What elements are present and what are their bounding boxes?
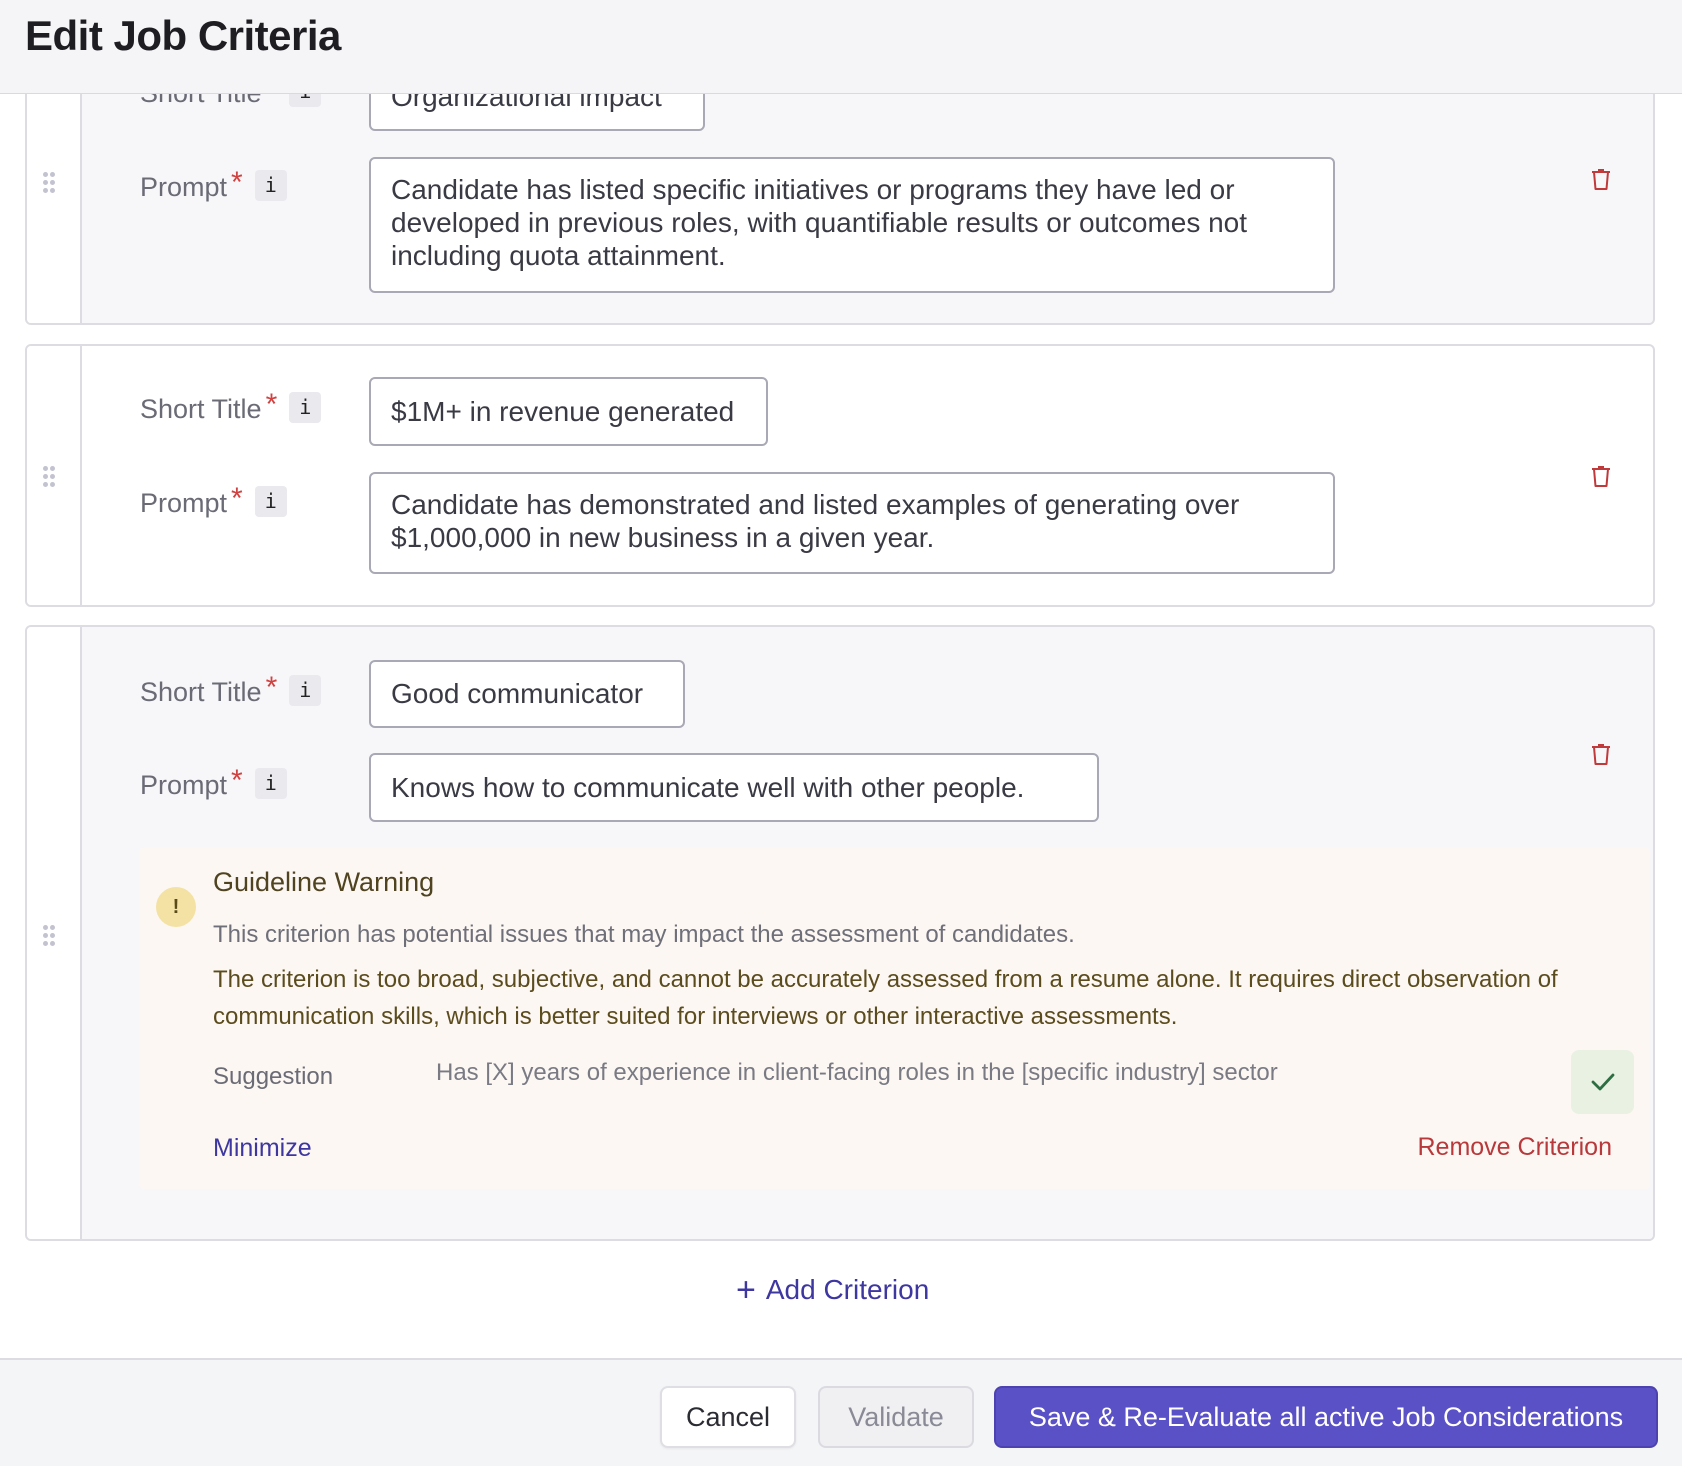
info-icon[interactable]: i: [289, 392, 322, 423]
warning-icon: !: [156, 887, 196, 927]
required-mark: *: [231, 166, 243, 199]
info-icon[interactable]: i: [254, 170, 287, 201]
checkmark-icon: [1591, 1073, 1614, 1091]
suggestion-label: Suggestion: [213, 1063, 334, 1090]
guideline-warning: ! Guideline Warning This criterion has p…: [139, 847, 1650, 1189]
minimize-link[interactable]: Minimize: [213, 1134, 312, 1163]
drag-handle-icon[interactable]: [43, 925, 55, 946]
info-icon[interactable]: i: [254, 486, 287, 517]
short-title-label: Short Title * i: [140, 388, 322, 425]
warning-detail: The criterion is too broad, subjective, …: [213, 966, 1558, 1030]
drag-handle-icon[interactable]: [43, 172, 55, 193]
prompt-textarea[interactable]: Candidate has listed specific initiative…: [369, 157, 1335, 293]
trash-icon[interactable]: [1590, 167, 1612, 191]
page-title: Edit Job Criteria: [25, 12, 341, 59]
save-reevaluate-button[interactable]: Save & Re-Evaluate all active Job Consid…: [994, 1386, 1658, 1448]
remove-criterion-link[interactable]: Remove Criterion: [1417, 1133, 1612, 1162]
criteria-list[interactable]: Short Title * i Organizational impact Pr…: [0, 94, 1682, 1359]
add-criterion-button[interactable]: + Add Criterion: [736, 1271, 930, 1309]
required-mark: *: [265, 671, 278, 704]
prompt-label: Prompt * i: [140, 764, 287, 801]
info-icon[interactable]: i: [289, 675, 322, 706]
plus-icon: +: [736, 1271, 756, 1309]
required-mark: *: [265, 388, 278, 421]
validate-button[interactable]: Validate: [818, 1386, 974, 1448]
criterion-card: Short Title * i Organizational impact Pr…: [25, 94, 1655, 325]
dialog-footer: Cancel Validate Save & Re-Evaluate all a…: [0, 1358, 1682, 1466]
criterion-card: Short Title * i $1M+ in revenue generate…: [25, 344, 1655, 607]
cancel-button[interactable]: Cancel: [660, 1386, 796, 1448]
prompt-label: Prompt * i: [140, 166, 287, 203]
trash-icon[interactable]: [1590, 464, 1612, 488]
criterion-card: Short Title * i Good communicator Prompt…: [25, 625, 1655, 1241]
prompt-textarea[interactable]: Knows how to communicate well with other…: [369, 753, 1099, 822]
short-title-input[interactable]: $1M+ in revenue generated: [369, 377, 768, 446]
required-mark: *: [231, 482, 243, 515]
short-title-label: Short Title * i: [140, 671, 322, 708]
suggestion-text: Has [X] years of experience in client-fa…: [436, 1059, 1278, 1086]
drag-handle-icon[interactable]: [43, 466, 55, 487]
prompt-textarea[interactable]: Candidate has demonstrated and listed ex…: [369, 472, 1335, 574]
warning-description: This criterion has potential issues that…: [213, 921, 1075, 948]
info-icon[interactable]: i: [254, 768, 287, 799]
required-mark: *: [231, 764, 243, 797]
add-criterion-label: Add Criterion: [765, 1274, 930, 1305]
warning-title: Guideline Warning: [213, 867, 435, 897]
info-icon[interactable]: i: [289, 94, 322, 107]
prompt-label: Prompt * i: [140, 482, 287, 519]
dialog-header: Edit Job Criteria: [0, 0, 1682, 94]
trash-icon[interactable]: [1590, 742, 1612, 766]
accept-suggestion-button[interactable]: [1571, 1050, 1634, 1114]
short-title-input[interactable]: Organizational impact: [369, 94, 705, 131]
short-title-input[interactable]: Good communicator: [369, 660, 685, 728]
short-title-label: Short Title * i: [140, 94, 322, 109]
required-mark: *: [266, 94, 278, 104]
